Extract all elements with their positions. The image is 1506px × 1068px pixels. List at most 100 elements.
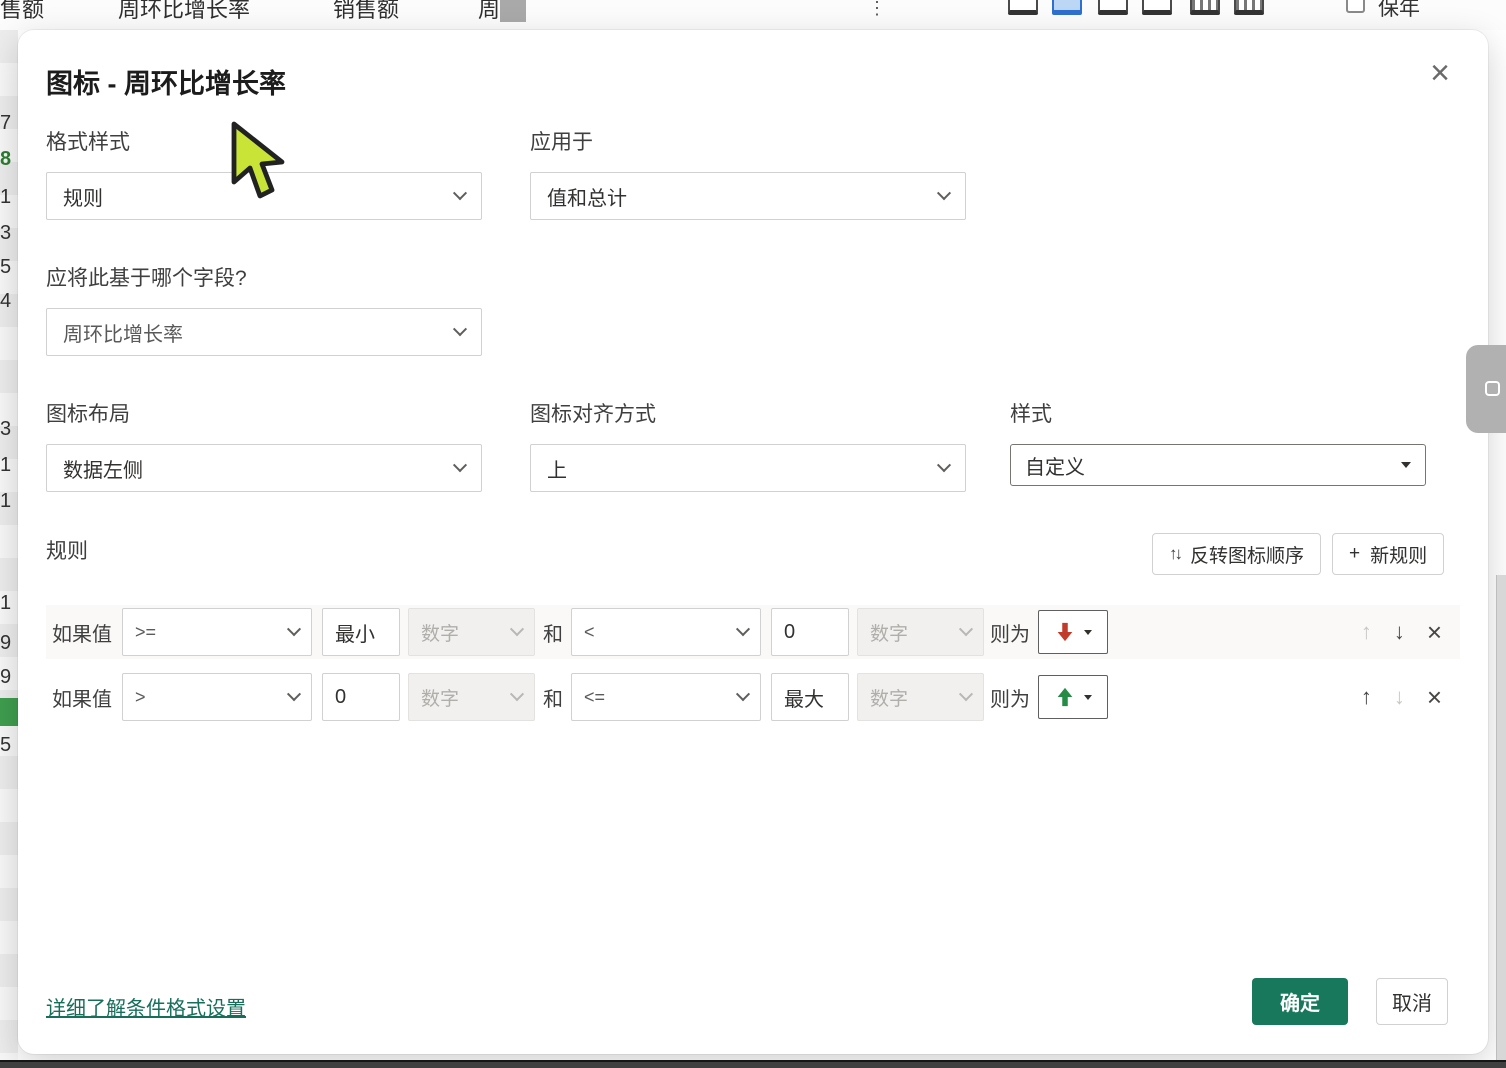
bg-column-header: 销售额 — [333, 0, 399, 24]
conditional-formatting-dialog: 图标 - 周环比增长率 × 格式样式 规则 应用于 值和总计 应将此基于哪个字段… — [18, 30, 1488, 1054]
value-type1-value: 数字 — [421, 619, 512, 646]
format-style-dropdown[interactable]: 规则 — [46, 172, 482, 220]
value2-input[interactable] — [771, 673, 849, 721]
bg-column-header: 售额 — [0, 0, 44, 24]
side-panel-handle[interactable] — [1466, 345, 1506, 433]
bg-cell-value: 8 — [0, 148, 18, 171]
then-label: 则为 — [990, 618, 1030, 647]
close-icon[interactable]: × — [1430, 56, 1450, 90]
and-label: 和 — [543, 683, 563, 712]
toolbar-chart-icon[interactable] — [1142, 0, 1172, 15]
icon-layout-dropdown[interactable]: 数据左侧 — [46, 444, 482, 492]
move-down-icon: ↓ — [1394, 686, 1405, 708]
chevron-down-icon — [287, 687, 301, 701]
cancel-button[interactable]: 取消 — [1376, 978, 1448, 1025]
value-type2-value: 数字 — [870, 619, 961, 646]
ok-button[interactable]: 确定 — [1252, 978, 1348, 1025]
reverse-order-label: 反转图标顺序 — [1190, 541, 1304, 568]
value-type2-dropdown: 数字 — [857, 608, 984, 656]
chevron-down-icon — [510, 687, 524, 701]
operator1-value: >= — [135, 622, 289, 643]
rule-row: 如果值 > 数字 和 <= 数字 则为 ↑ ↓ × — [46, 670, 1460, 724]
dropdown-caret-icon — [1401, 462, 1411, 468]
new-rule-button[interactable]: + 新规则 — [1332, 533, 1444, 575]
chevron-down-icon — [453, 186, 467, 200]
red-down-arrow-icon — [1054, 620, 1076, 644]
value-type1-dropdown: 数字 — [408, 608, 535, 656]
bg-checkbox[interactable] — [1346, 0, 1365, 13]
bg-cell-value: 1 — [0, 454, 18, 477]
scrollbar-thumb[interactable] — [500, 0, 526, 22]
reverse-icon-order-button[interactable]: ↑↓ 反转图标顺序 — [1152, 533, 1321, 575]
style-label: 样式 — [1010, 398, 1426, 428]
learn-more-link[interactable]: 详细了解条件格式设置 — [46, 992, 246, 1021]
bg-cell-value: 9 — [0, 632, 18, 655]
icon-layout-value: 数据左侧 — [63, 454, 455, 483]
toolbar-chart-icon[interactable] — [1008, 0, 1038, 15]
background-toolbar: 售额 周环比增长率 销售额 周 ⋮ 保年 — [0, 0, 1506, 30]
style-select[interactable]: 自定义 — [1010, 444, 1426, 486]
bg-checkbox-label: 保年 — [1378, 0, 1420, 22]
toolbar-table-icon-selected[interactable] — [1052, 0, 1082, 15]
window-bottom-edge — [0, 1060, 1506, 1068]
bg-cell-value: 4 — [0, 290, 18, 313]
toolbar-matrix-icon[interactable] — [1190, 0, 1220, 15]
icon-picker-green-up[interactable] — [1038, 675, 1108, 719]
style-value: 自定义 — [1025, 451, 1401, 480]
then-label: 则为 — [990, 683, 1030, 712]
bg-cell-value: 5 — [0, 734, 18, 757]
format-style-value: 规则 — [63, 182, 455, 211]
based-on-value: 周环比增长率 — [63, 318, 455, 347]
move-down-icon[interactable]: ↓ — [1394, 621, 1405, 643]
value-type2-value: 数字 — [870, 684, 961, 711]
plus-icon: + — [1349, 543, 1360, 565]
delete-rule-icon[interactable]: × — [1427, 619, 1442, 645]
if-value-label: 如果值 — [52, 683, 112, 712]
bg-cell-value: 3 — [0, 418, 18, 441]
chevron-down-icon — [736, 687, 750, 701]
chevron-down-icon — [959, 622, 973, 636]
icon-layout-label: 图标布局 — [46, 398, 482, 428]
icon-picker-red-down[interactable] — [1038, 610, 1108, 654]
apply-to-label: 应用于 — [530, 126, 966, 156]
bg-cell-value: 1 — [0, 592, 18, 615]
value-type1-dropdown: 数字 — [408, 673, 535, 721]
bg-cell-value: 7 — [0, 112, 18, 135]
chevron-down-icon — [959, 687, 973, 701]
value-type1-value: 数字 — [421, 684, 512, 711]
operator1-dropdown[interactable]: >= — [122, 608, 312, 656]
operator2-dropdown[interactable]: <= — [571, 673, 761, 721]
bg-column-header: 周环比增长率 — [118, 0, 250, 24]
toolbar-matrix-icon[interactable] — [1234, 0, 1264, 15]
delete-rule-icon[interactable]: × — [1427, 684, 1442, 710]
operator2-value: < — [584, 622, 738, 643]
value-type2-dropdown: 数字 — [857, 673, 984, 721]
operator2-dropdown[interactable]: < — [571, 608, 761, 656]
icon-alignment-dropdown[interactable]: 上 — [530, 444, 966, 492]
dialog-title: 图标 - 周环比增长率 — [46, 62, 286, 101]
move-up-icon[interactable]: ↑ — [1361, 686, 1372, 708]
chevron-down-icon — [453, 458, 467, 472]
move-up-icon: ↑ — [1361, 621, 1372, 643]
based-on-dropdown[interactable]: 周环比增长率 — [46, 308, 482, 356]
chevron-down-icon — [937, 458, 951, 472]
right-edge-scrollbar[interactable] — [1496, 575, 1506, 1060]
and-label: 和 — [543, 618, 563, 647]
apply-to-dropdown[interactable]: 值和总计 — [530, 172, 966, 220]
icon-alignment-label: 图标对齐方式 — [530, 398, 966, 428]
rule-row: 如果值 >= 数字 和 < 数字 则为 ↑ ↓ × — [46, 605, 1460, 659]
rules-section-label: 规则 — [46, 535, 88, 565]
kebab-menu-icon[interactable]: ⋮ — [868, 0, 886, 19]
bg-cell-value: 5 — [0, 256, 18, 279]
operator2-value: <= — [584, 687, 738, 708]
value2-input[interactable] — [771, 608, 849, 656]
green-up-arrow-icon — [1054, 685, 1076, 709]
based-on-label: 应将此基于哪个字段? — [46, 262, 482, 292]
format-style-label: 格式样式 — [46, 126, 482, 156]
toolbar-chart-icon[interactable] — [1098, 0, 1128, 15]
dropdown-caret-icon — [1084, 630, 1092, 635]
operator1-dropdown[interactable]: > — [122, 673, 312, 721]
value1-input[interactable] — [322, 608, 400, 656]
value1-input[interactable] — [322, 673, 400, 721]
bg-green-cell — [0, 698, 18, 726]
